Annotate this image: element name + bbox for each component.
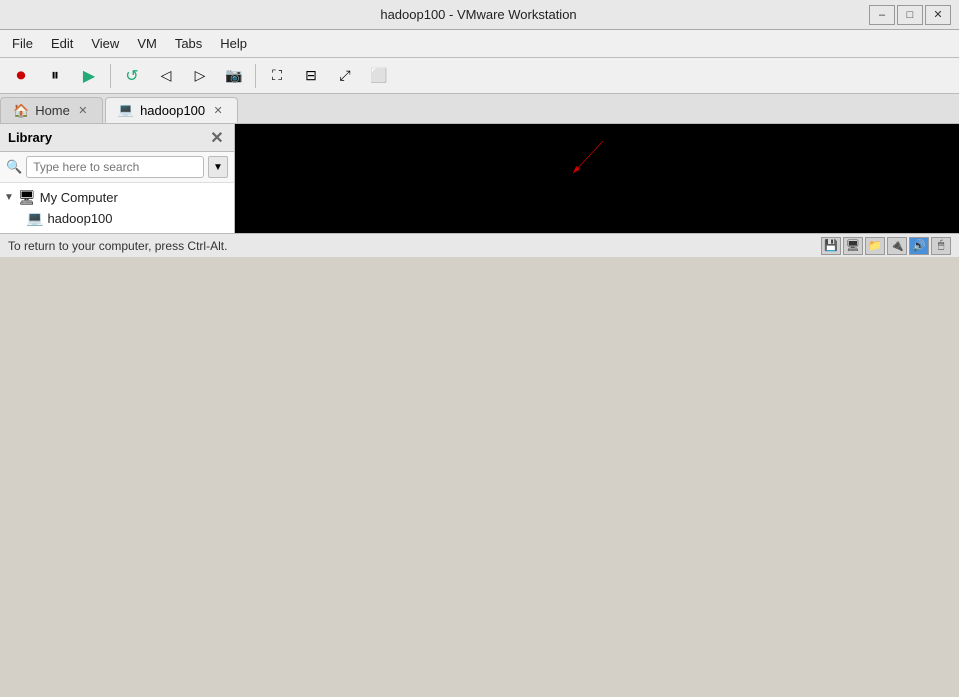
hadoop100-label: hadoop100: [47, 211, 112, 226]
pause-button[interactable]: ⏸: [40, 62, 70, 90]
vm-icon: 💻: [26, 210, 43, 227]
minimize-button[interactable]: –: [869, 5, 895, 25]
window-controls: – □ ✕: [869, 5, 951, 25]
back-icon: ◁: [161, 67, 172, 84]
sidebar-header: Library ✕: [0, 124, 234, 152]
search-bar: 🔍 ▼: [0, 152, 234, 183]
refresh-button[interactable]: ↺: [117, 62, 147, 90]
hadoop-tab-label: hadoop100: [140, 103, 205, 118]
back-button[interactable]: ◁: [151, 62, 181, 90]
status-icon-5[interactable]: 🔊: [909, 237, 929, 255]
tab-home[interactable]: 🏠 Home ✕: [0, 97, 103, 123]
record-button[interactable]: ⏺: [6, 62, 36, 90]
hadoop-tab-icon: 💻: [118, 102, 134, 118]
toolbar-separator-1: [110, 64, 111, 88]
close-button[interactable]: ✕: [925, 5, 951, 25]
status-icon-4[interactable]: 🔌: [887, 237, 907, 255]
snapshot-button[interactable]: 📷: [219, 62, 249, 90]
vm-screen: CentOS 7 Install CentOS 7 Test this medi…: [235, 124, 959, 233]
status-icon-monitor: 🖥: [846, 239, 860, 252]
red-arrow-overlay: [235, 124, 959, 233]
search-dropdown-button[interactable]: ▼: [208, 156, 228, 178]
home-tab-icon: 🏠: [13, 103, 29, 119]
forward-icon: ▷: [195, 67, 206, 84]
tabs-row: 🏠 Home ✕ 💻 hadoop100 ✕: [0, 94, 959, 124]
toolbar-separator-2: [255, 64, 256, 88]
status-icon-3[interactable]: 📁: [865, 237, 885, 255]
window-title: hadoop100 - VMware Workstation: [88, 7, 869, 22]
fit-icon: ⤢: [339, 67, 350, 84]
fit-button[interactable]: ⤢: [330, 62, 360, 90]
forward-button[interactable]: ▷: [185, 62, 215, 90]
hadoop-tab-close[interactable]: ✕: [211, 103, 225, 117]
tab-hadoop100[interactable]: 💻 hadoop100 ✕: [105, 97, 238, 123]
sidebar-title: Library: [8, 130, 52, 145]
search-icon: 🔍: [6, 159, 22, 175]
menu-file[interactable]: File: [4, 33, 41, 54]
refresh-icon: ↺: [125, 66, 138, 86]
status-icons: 💾 🖥 📁 🔌 🔊 🖱: [821, 237, 951, 255]
status-icon-disk: 💾: [824, 239, 838, 252]
computer-icon: 🖥: [18, 189, 36, 206]
tree-item-hadoop100[interactable]: 💻 hadoop100: [0, 208, 234, 229]
home-tab-close[interactable]: ✕: [76, 104, 90, 118]
menu-tabs[interactable]: Tabs: [167, 33, 210, 54]
my-computer-label: My Computer: [40, 190, 118, 205]
play-button[interactable]: ▶: [74, 62, 104, 90]
menu-bar: File Edit View VM Tabs Help: [0, 30, 959, 58]
maximize-button[interactable]: □: [897, 5, 923, 25]
fullscreen-icon: ⛶: [272, 67, 282, 84]
status-icon-6[interactable]: 🖱: [931, 237, 951, 255]
status-icon-mouse: 🖱: [938, 239, 945, 252]
status-icon-1[interactable]: 💾: [821, 237, 841, 255]
record-icon: ⏺: [17, 65, 26, 86]
home-tab-label: Home: [35, 103, 70, 118]
play-icon: ▶: [83, 66, 95, 86]
menu-edit[interactable]: Edit: [43, 33, 81, 54]
fullscreen-button[interactable]: ⛶: [262, 62, 292, 90]
menu-vm[interactable]: VM: [129, 33, 165, 54]
pause-icon: ⏸: [51, 67, 59, 85]
vm-screen-wrapper[interactable]: CentOS 7 Install CentOS 7 Test this medi…: [235, 124, 959, 233]
tree-item-my-computer[interactable]: ▼ 🖥 My Computer: [0, 187, 234, 208]
unity-button[interactable]: ⬜: [364, 62, 394, 90]
red-arrow-line: [573, 141, 603, 173]
status-text: To return to your computer, press Ctrl-A…: [8, 239, 227, 253]
menu-view[interactable]: View: [83, 33, 127, 54]
tree-expand-arrow: ▼: [4, 192, 16, 203]
search-input[interactable]: [26, 156, 204, 178]
window-mode-icon: ⊟: [305, 67, 317, 84]
menu-help[interactable]: Help: [212, 33, 255, 54]
sidebar-close-button[interactable]: ✕: [208, 129, 226, 147]
snapshot-icon: 📷: [225, 67, 242, 84]
status-bar: To return to your computer, press Ctrl-A…: [0, 233, 959, 257]
content-area: Library ✕ 🔍 ▼ ▼ 🖥 My Computer 💻 hadoop10…: [0, 124, 959, 233]
toolbar: ⏺ ⏸ ▶ ↺ ◁ ▷ 📷 ⛶ ⊟ ⤢ ⬜: [0, 58, 959, 94]
sidebar: Library ✕ 🔍 ▼ ▼ 🖥 My Computer 💻 hadoop10…: [0, 124, 235, 233]
status-icon-2[interactable]: 🖥: [843, 237, 863, 255]
window-mode-button[interactable]: ⊟: [296, 62, 326, 90]
title-bar: hadoop100 - VMware Workstation – □ ✕: [0, 0, 959, 30]
library-tree: ▼ 🖥 My Computer 💻 hadoop100: [0, 183, 234, 233]
status-icon-folder: 📁: [868, 239, 882, 252]
unity-icon: ⬜: [370, 67, 387, 84]
status-icon-sound: 🔊: [912, 239, 926, 252]
status-icon-power: 🔌: [890, 239, 904, 252]
